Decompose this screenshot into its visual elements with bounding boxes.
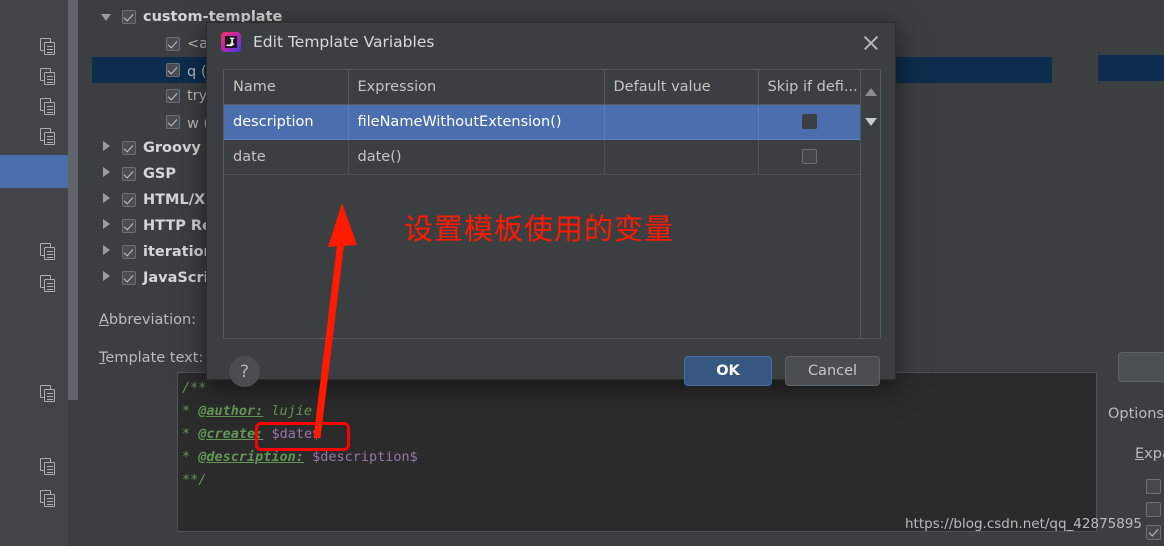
tree-item-checkbox[interactable]	[122, 271, 136, 285]
copy-icon[interactable]	[40, 98, 58, 116]
cell-name[interactable]: description	[224, 104, 349, 140]
abbreviation-label: Abbreviation:	[99, 312, 197, 328]
watermark: https://blog.csdn.net/qq_42875895	[905, 516, 1143, 532]
code-token: *	[182, 426, 199, 442]
copy-icon[interactable]	[40, 243, 58, 261]
options-section-title: Options	[1108, 406, 1164, 422]
copy-icon[interactable]	[40, 68, 58, 86]
option-row[interactable]: Reformat	[1146, 478, 1164, 494]
copy-icon[interactable]	[40, 490, 58, 508]
template-text-label: Template text:	[99, 350, 204, 366]
tree-item-label: GSP	[143, 166, 176, 182]
chevron-down-icon[interactable]	[100, 10, 114, 24]
code-token: @create:	[198, 426, 264, 442]
copy-icon[interactable]	[40, 128, 58, 146]
code-token: @author:	[198, 403, 264, 419]
table-column-header[interactable]: Default value	[604, 70, 759, 105]
option-checkbox[interactable]	[1146, 524, 1161, 540]
tree-item-checkbox[interactable]	[166, 63, 180, 77]
copy-icon[interactable]	[40, 275, 58, 293]
copy-icon[interactable]	[40, 458, 58, 476]
code-token: $description$	[312, 449, 418, 465]
expand-with-label: Expand with	[1135, 446, 1164, 462]
code-token: *	[182, 403, 199, 419]
chevron-right-icon[interactable]	[100, 193, 114, 207]
copy-icon[interactable]	[40, 38, 58, 56]
annotation-text: 设置模板使用的变量	[404, 212, 675, 246]
tree-item-checkbox[interactable]	[166, 89, 180, 103]
close-icon[interactable]	[861, 33, 881, 53]
option-checkbox[interactable]	[1146, 478, 1161, 494]
code-token: /**	[182, 380, 207, 396]
table-scroll-buttons	[860, 70, 880, 338]
dialog-title: Edit Template Variables	[253, 33, 435, 51]
table-row[interactable]: description fileNameWithoutExtension()	[224, 104, 862, 140]
move-down-icon[interactable]	[865, 118, 877, 126]
copy-icon[interactable]	[40, 385, 58, 403]
variables-table[interactable]: Name Expression Default value Skip if defi.…	[224, 70, 862, 175]
edit-variables-button[interactable]: Edit v	[1118, 352, 1164, 382]
tree-item-checkbox[interactable]	[122, 141, 136, 155]
cell-skip-if-defined[interactable]	[758, 104, 862, 140]
tree-item-checkbox[interactable]	[122, 10, 136, 24]
tree-item-checkbox[interactable]	[166, 115, 180, 129]
ok-button[interactable]: OK	[684, 356, 772, 386]
intellij-idea-icon	[220, 31, 242, 53]
table-header-row: Name Expression Default value Skip if defi.…	[224, 70, 862, 105]
option-checkbox[interactable]	[1146, 501, 1161, 517]
tree-item-label: iteration	[143, 244, 214, 260]
cancel-button[interactable]: Cancel	[785, 356, 880, 386]
tree-item-checkbox[interactable]	[166, 37, 180, 51]
rail-selected-item[interactable]	[0, 155, 78, 188]
code-token: @description:	[198, 449, 304, 465]
code-token: *	[182, 449, 199, 465]
cell-expression[interactable]: fileNameWithoutExtension()	[348, 104, 605, 140]
table-column-header[interactable]: Name	[224, 70, 349, 105]
red-arrow-annotation	[313, 203, 357, 439]
cell-expression[interactable]: date()	[348, 139, 605, 175]
help-button[interactable]: ?	[229, 356, 260, 387]
screen-root: custom-template<abbrq (生成trylocw (方法Groo…	[0, 0, 1164, 546]
option-row[interactable]: Shorten F	[1146, 524, 1164, 540]
code-line: **/	[182, 469, 1096, 492]
variables-table-container: Name Expression Default value Skip if defi.…	[224, 70, 862, 175]
chevron-right-icon[interactable]	[100, 245, 114, 259]
move-up-icon[interactable]	[865, 88, 877, 96]
table-column-header[interactable]: Expression	[348, 70, 605, 105]
cell-skip-if-defined[interactable]	[758, 139, 862, 175]
skip-if-defined-checkbox[interactable]	[802, 149, 817, 164]
option-row[interactable]: Use static	[1146, 501, 1164, 517]
cell-default-value[interactable]	[604, 139, 759, 175]
rail-divider	[68, 0, 78, 400]
code-token: **/	[182, 472, 207, 488]
dialog-titlebar: Edit Template Variables	[207, 23, 895, 61]
table-row[interactable]: date date()	[224, 139, 862, 175]
skip-if-defined-checkbox[interactable]	[802, 114, 817, 129]
cell-name[interactable]: date	[224, 139, 349, 175]
chevron-right-icon[interactable]	[100, 219, 114, 233]
table-body[interactable]: description fileNameWithoutExtension() dat…	[224, 104, 862, 175]
tree-item-label: HTTP Re	[143, 218, 212, 234]
chevron-right-icon[interactable]	[100, 167, 114, 181]
tree-item-checkbox[interactable]	[122, 245, 136, 259]
cell-default-value[interactable]	[604, 104, 759, 140]
tree-item-checkbox[interactable]	[122, 219, 136, 233]
tree-item-checkbox[interactable]	[122, 193, 136, 207]
chevron-right-icon[interactable]	[100, 141, 114, 155]
tree-selection-row-extension	[1098, 55, 1164, 81]
tree-item-label: Groovy	[143, 140, 201, 156]
table-column-header[interactable]: Skip if defi...	[758, 70, 862, 105]
tree-item-checkbox[interactable]	[122, 167, 136, 181]
rail-divider-lower	[68, 400, 78, 546]
chevron-right-icon[interactable]	[100, 271, 114, 285]
